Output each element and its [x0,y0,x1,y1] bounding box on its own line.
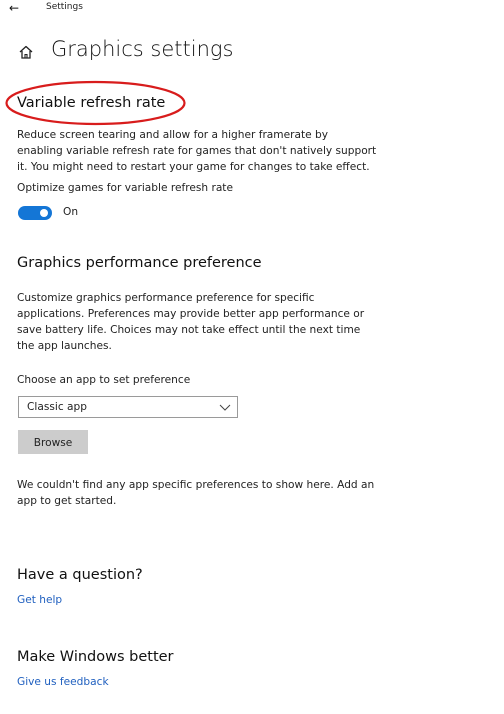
dropdown-selected-value: Classic app [27,401,87,413]
variable-refresh-rate-toggle[interactable] [18,206,52,220]
variable-refresh-rate-heading: Variable refresh rate [17,95,166,111]
back-arrow-icon[interactable]: ← [9,0,29,18]
window-title: Settings [46,2,83,12]
have-a-question-heading: Have a question? [17,567,143,583]
browse-button[interactable]: Browse [18,430,88,454]
graphics-performance-heading: Graphics performance preference [17,255,262,271]
toggle-state-label: On [63,206,79,218]
chevron-down-icon [219,404,231,411]
make-windows-better-heading: Make Windows better [17,649,174,665]
optimize-games-label: Optimize games for variable refresh rate [17,182,233,194]
page-title: Graphics settings [51,37,234,61]
choose-app-label: Choose an app to set preference [17,374,191,386]
variable-refresh-rate-description: Reduce screen tearing and allow for a hi… [17,129,377,173]
home-icon[interactable] [18,44,34,60]
get-help-link[interactable]: Get help [17,594,62,606]
title-bar: ← Settings [0,0,504,20]
app-type-dropdown[interactable]: Classic app [18,396,238,418]
graphics-performance-description: Customize graphics performance preferenc… [17,292,365,352]
no-preferences-message: We couldn't find any app specific prefer… [17,479,375,507]
give-feedback-link[interactable]: Give us feedback [17,676,109,688]
toggle-knob [40,209,48,217]
